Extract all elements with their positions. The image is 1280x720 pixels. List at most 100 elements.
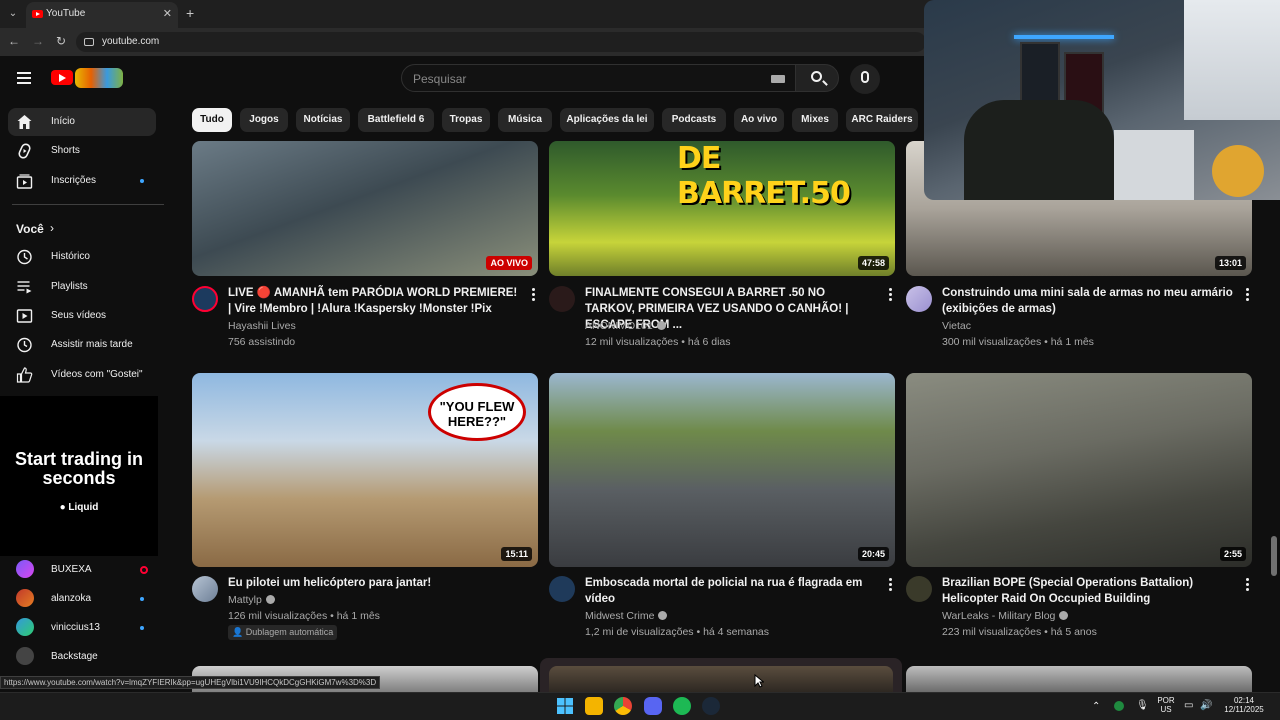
keyboard-icon[interactable] bbox=[771, 75, 785, 83]
video-thumbnail[interactable]: DE BARRET.50 47:58 bbox=[549, 141, 895, 276]
channel-name[interactable]: Mattylp bbox=[228, 594, 275, 606]
network-icon[interactable]: ▭ bbox=[1184, 700, 1193, 711]
video-thumbnail[interactable] bbox=[906, 666, 1252, 692]
scrollbar-thumb[interactable] bbox=[1271, 536, 1277, 576]
sidebar-item-gostei[interactable]: Vídeos com "Gostei" bbox=[8, 361, 156, 389]
spotify-icon[interactable] bbox=[673, 697, 691, 715]
video-card[interactable]: 2:55 Brazilian BOPE (Special Operations … bbox=[906, 373, 1252, 643]
close-tab-icon[interactable]: ✕ bbox=[163, 7, 172, 20]
video-meta: 12 mil visualizações • há 6 dias bbox=[585, 336, 731, 348]
sidebar-ad[interactable]: Start trading in seconds ● Liquid bbox=[0, 396, 158, 556]
chip-musica[interactable]: Música bbox=[498, 108, 552, 132]
chip-noticias[interactable]: Notícias bbox=[296, 108, 350, 132]
chip-podcasts[interactable]: Podcasts bbox=[662, 108, 726, 132]
more-options-icon[interactable] bbox=[1246, 578, 1250, 593]
video-card[interactable]: "YOU FLEW HERE??" 15:11 Eu pilotei um he… bbox=[192, 373, 538, 643]
video-thumbnail[interactable]: 20:45 bbox=[549, 373, 895, 567]
volume-icon[interactable]: 🔊 bbox=[1200, 700, 1212, 711]
address-bar[interactable]: youtube.com bbox=[76, 32, 926, 52]
chip-arc-raiders[interactable]: ARC Raiders bbox=[846, 108, 918, 132]
site-info-icon[interactable] bbox=[84, 38, 94, 46]
video-title[interactable]: Brazilian BOPE (Special Operations Batta… bbox=[942, 575, 1234, 607]
chip-ao-vivo[interactable]: Ao vivo bbox=[734, 108, 784, 132]
tab-search-icon[interactable]: ⌄ bbox=[4, 5, 22, 23]
video-title[interactable]: Eu pilotei um helicóptero para jantar! bbox=[228, 575, 520, 591]
gaming-chair bbox=[964, 100, 1114, 200]
channel-avatar[interactable] bbox=[192, 286, 218, 312]
sidebar-item-inscricoes[interactable]: Inscrições bbox=[8, 167, 156, 195]
channel-avatar[interactable] bbox=[549, 286, 575, 312]
windows-start-icon[interactable] bbox=[556, 697, 574, 715]
channel-avatar[interactable] bbox=[192, 576, 218, 602]
search-input[interactable]: Pesquisar bbox=[401, 64, 796, 92]
video-card[interactable]: DE BARRET.50 47:58 FINALMENTE CONSEGUI A… bbox=[549, 141, 895, 351]
voice-search-button[interactable] bbox=[850, 64, 880, 94]
video-thumbnail[interactable]: "YOU FLEW HERE??" 15:11 bbox=[192, 373, 538, 567]
chip-battlefield-6[interactable]: Battlefield 6 bbox=[358, 108, 434, 132]
tray-app-icon[interactable] bbox=[1114, 701, 1124, 711]
sidebar-item-inicio[interactable]: Início bbox=[8, 108, 156, 136]
browser-tab[interactable]: YouTube ✕ bbox=[26, 2, 178, 28]
avatar bbox=[16, 618, 34, 636]
subscription-alanzoka[interactable]: alanzoka bbox=[8, 585, 156, 613]
video-title[interactable]: Emboscada mortal de policial na rua é fl… bbox=[585, 575, 877, 607]
subscription-backstage[interactable]: Backstage bbox=[8, 643, 156, 671]
video-card[interactable]: 20:45 Emboscada mortal de policial na ru… bbox=[549, 373, 895, 643]
window-blinds bbox=[1184, 0, 1280, 120]
video-thumbnail[interactable]: 2:55 bbox=[906, 373, 1252, 567]
menu-icon[interactable] bbox=[17, 72, 31, 84]
video-card[interactable]: AO VIVO LIVE 🔴 AMANHÃ tem PARÓDIA WORLD … bbox=[192, 141, 538, 351]
video-title[interactable]: LIVE 🔴 AMANHÃ tem PARÓDIA WORLD PREMIERE… bbox=[228, 285, 520, 317]
sidebar-item-historico[interactable]: Histórico bbox=[8, 243, 156, 271]
you-section-title[interactable]: Você bbox=[16, 222, 44, 236]
more-options-icon[interactable] bbox=[1246, 288, 1250, 303]
chip-jogos[interactable]: Jogos bbox=[240, 108, 288, 132]
chip-tropas[interactable]: Tropas bbox=[442, 108, 490, 132]
file-explorer-icon[interactable] bbox=[585, 697, 603, 715]
youtube-logo[interactable] bbox=[51, 68, 123, 88]
channel-name[interactable]: Midwest Crime bbox=[585, 610, 668, 622]
subscription-name: viniccius13 bbox=[51, 622, 100, 633]
channel-name[interactable]: WarLeaks - Military Blog bbox=[942, 610, 1069, 622]
chrome-icon[interactable] bbox=[614, 697, 632, 715]
video-thumbnail[interactable]: AO VIVO bbox=[192, 141, 538, 276]
chip-tudo[interactable]: Tudo bbox=[192, 108, 232, 132]
channel-avatar[interactable] bbox=[906, 286, 932, 312]
channel-name[interactable]: Vietac bbox=[942, 320, 971, 332]
language-indicator[interactable]: POR US bbox=[1152, 696, 1180, 714]
chevron-right-icon[interactable]: › bbox=[50, 221, 54, 235]
steam-icon[interactable] bbox=[702, 697, 720, 715]
channel-name[interactable]: Hayashii Lives bbox=[228, 320, 296, 332]
verified-icon bbox=[1059, 611, 1069, 620]
chip-mixes[interactable]: Mixes bbox=[792, 108, 838, 132]
new-tab-icon[interactable]: + bbox=[186, 5, 194, 21]
microphone-tray-icon[interactable]: 🎙 bbox=[1136, 700, 1149, 711]
back-icon[interactable]: ← bbox=[8, 34, 20, 48]
more-options-icon[interactable] bbox=[532, 288, 536, 303]
chip-aplicacoes-da-lei[interactable]: Aplicações da lei bbox=[560, 108, 654, 132]
clock[interactable]: 02:14 12/11/2025 bbox=[1218, 696, 1270, 714]
tray-chevron-icon[interactable]: ⌃ bbox=[1092, 701, 1100, 712]
discord-icon[interactable] bbox=[644, 697, 662, 715]
channel-name[interactable]: ANONIMO101 bbox=[585, 320, 666, 332]
sidebar-item-playlists[interactable]: Playlists bbox=[8, 273, 156, 301]
subscription-name: BUXEXA bbox=[51, 564, 92, 575]
page-scrollbar[interactable] bbox=[1270, 200, 1278, 680]
more-options-icon[interactable] bbox=[889, 288, 893, 303]
sidebar-item-shorts[interactable]: Shorts bbox=[8, 137, 156, 165]
more-options-icon[interactable] bbox=[889, 578, 893, 593]
channel-avatar[interactable] bbox=[549, 576, 575, 602]
sidebar-item-assistir-mais-tarde[interactable]: Assistir mais tarde bbox=[8, 331, 156, 359]
search-button[interactable] bbox=[795, 64, 839, 92]
video-thumbnail[interactable] bbox=[549, 666, 893, 692]
video-card-hover[interactable] bbox=[540, 658, 902, 692]
channel-avatar[interactable] bbox=[906, 576, 932, 602]
sidebar-item-seus-videos[interactable]: Seus vídeos bbox=[8, 302, 156, 330]
status-url-tooltip: https://www.youtube.com/watch?v=lmqZYFIE… bbox=[0, 676, 381, 689]
subscription-buxexa[interactable]: BUXEXA bbox=[8, 556, 156, 584]
subscription-viniccius13[interactable]: viniccius13 bbox=[8, 614, 156, 642]
forward-icon[interactable]: → bbox=[32, 34, 44, 48]
video-title[interactable]: Construindo uma mini sala de armas no me… bbox=[942, 285, 1234, 317]
search-placeholder: Pesquisar bbox=[413, 72, 467, 86]
reload-icon[interactable]: ↻ bbox=[56, 34, 66, 48]
